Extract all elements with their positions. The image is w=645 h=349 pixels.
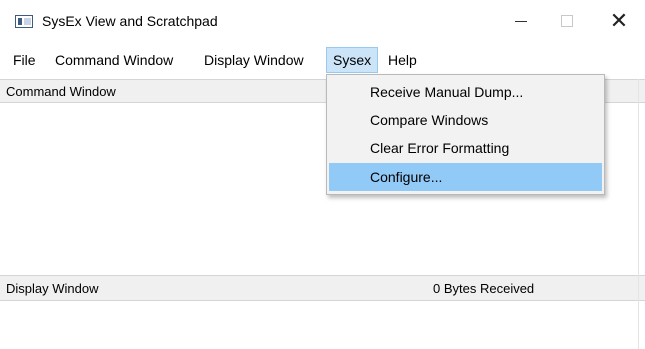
menu-display-window[interactable]: Display Window	[198, 47, 310, 73]
menu-help[interactable]: Help	[382, 47, 423, 73]
menu-file[interactable]: File	[7, 47, 42, 73]
maximize-button[interactable]	[544, 0, 590, 42]
display-window-area[interactable]	[0, 301, 645, 349]
app-icon	[15, 15, 33, 28]
menu-item-clear-error-formatting[interactable]: Clear Error Formatting	[329, 134, 602, 162]
maximize-icon	[561, 15, 573, 27]
minimize-button[interactable]	[498, 0, 544, 42]
display-window-title: Display Window	[6, 281, 99, 296]
close-button[interactable]: ✕	[596, 0, 642, 42]
menu-bar: File Command Window Display Window Sysex…	[0, 47, 645, 73]
sysex-dropdown-menu: Receive Manual Dump... Compare Windows C…	[326, 74, 605, 195]
menu-command-window[interactable]: Command Window	[49, 47, 179, 73]
menu-item-receive-manual-dump[interactable]: Receive Manual Dump...	[329, 78, 602, 106]
title-bar: SysEx View and Scratchpad ✕	[0, 0, 645, 42]
bytes-received-status: 0 Bytes Received	[433, 281, 535, 296]
menu-sysex[interactable]: Sysex	[326, 47, 379, 73]
close-icon: ✕	[609, 8, 629, 33]
menu-item-compare-windows[interactable]: Compare Windows	[329, 106, 602, 134]
minimize-icon	[515, 20, 527, 22]
window-title: SysEx View and Scratchpad	[42, 13, 218, 29]
panel-divider	[638, 79, 639, 349]
menu-item-configure[interactable]: Configure...	[329, 163, 602, 191]
display-window-header: Display Window 0 Bytes Received	[0, 275, 645, 301]
command-window-title: Command Window	[6, 84, 116, 99]
